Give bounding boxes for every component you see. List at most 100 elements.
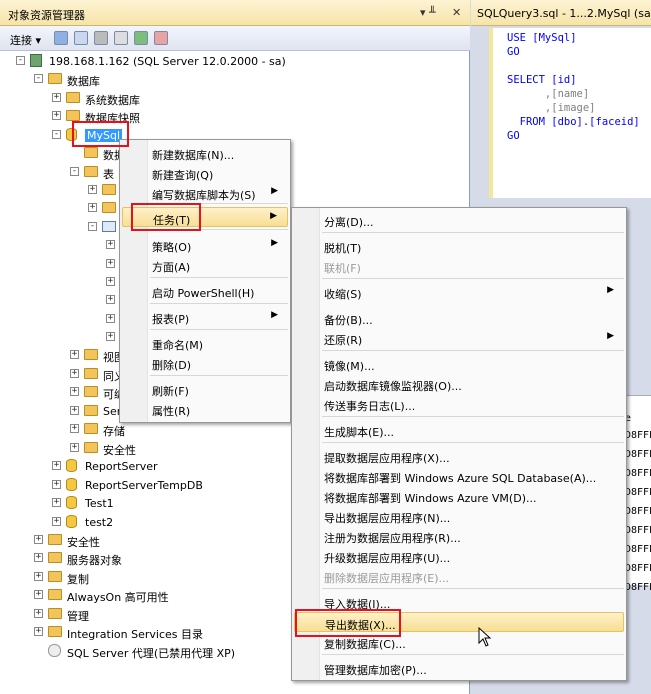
results-cell[interactable]: D8FFE	[625, 430, 651, 441]
disconnect-icon[interactable]	[74, 31, 88, 45]
tree-node[interactable]: + 数据库快照	[0, 107, 470, 125]
expand-icon[interactable]: +	[34, 572, 43, 581]
tree-node[interactable]: +	[0, 236, 130, 254]
tree-node[interactable]: - 198.168.1.162 (SQL Server 12.0.2000 - s…	[0, 52, 470, 70]
collapse-icon[interactable]: -	[34, 74, 43, 83]
tree-node[interactable]: +	[0, 310, 130, 328]
tree-node[interactable]: - 数据库	[0, 70, 470, 88]
results-cell[interactable]: D8FFE	[625, 487, 651, 498]
tasks-menu-item[interactable]: 管理数据库加密(P)...	[294, 658, 624, 678]
menu-item-label: 删除(D)	[152, 359, 192, 372]
expand-icon[interactable]: +	[70, 443, 79, 452]
close-icon[interactable]: ✕	[452, 6, 461, 19]
context-menu-item[interactable]: 启动 PowerShell(H)	[122, 281, 288, 301]
expand-icon[interactable]: +	[52, 111, 61, 120]
tasks-menu-item[interactable]: 注册为数据层应用程序(R)...	[294, 526, 624, 546]
tasks-menu-item[interactable]: 传送事务日志(L)...	[294, 394, 624, 414]
expand-icon[interactable]: +	[70, 387, 79, 396]
expand-icon[interactable]: +	[106, 332, 115, 341]
expand-icon[interactable]: +	[70, 369, 79, 378]
context-menu-item[interactable]: 属性(R)	[122, 399, 288, 419]
results-cell[interactable]: D8FFE	[625, 525, 651, 536]
pin-icon[interactable]: ▾ ╨	[420, 6, 436, 19]
menu-item-label: 属性(R)	[152, 405, 191, 418]
tasks-menu-item[interactable]: 分离(D)...	[294, 210, 624, 230]
tasks-menu-item[interactable]: 收缩(S) ▶	[294, 282, 624, 302]
tree-node[interactable]: +	[0, 273, 130, 291]
tasks-menu-item[interactable]: 升级数据层应用程序(U)...	[294, 546, 624, 566]
expand-icon[interactable]: +	[52, 517, 61, 526]
tasks-menu-item[interactable]: 复制数据库(C)...	[294, 632, 624, 652]
context-menu-item[interactable]: 策略(O) ▶	[122, 235, 288, 255]
refresh-icon[interactable]	[134, 31, 148, 45]
context-menu-item[interactable]: 编写数据库脚本为(S) ▶	[122, 183, 288, 203]
tasks-menu-item[interactable]: 将数据库部署到 Windows Azure VM(D)...	[294, 486, 624, 506]
tasks-menu-item[interactable]: 生成脚本(E)...	[294, 420, 624, 440]
context-menu-item[interactable]: 新建数据库(N)...	[122, 143, 288, 163]
connect-object-icon[interactable]	[54, 31, 68, 45]
results-cell[interactable]: D8FFE	[625, 563, 651, 574]
context-menu-item[interactable]: 方面(A)	[122, 255, 288, 275]
results-cell[interactable]: D8FFE	[625, 506, 651, 517]
tasks-menu-item[interactable]: 导出数据层应用程序(N)...	[294, 506, 624, 526]
tasks-menu-item[interactable]: 备份(B)...	[294, 308, 624, 328]
tasks-menu-item[interactable]: 提取数据层应用程序(X)...	[294, 446, 624, 466]
expand-icon[interactable]: +	[70, 424, 79, 433]
tasks-menu-item[interactable]: 导入数据(I)...	[294, 592, 624, 612]
context-menu-item[interactable]: 刷新(F)	[122, 379, 288, 399]
expand-icon[interactable]: +	[52, 461, 61, 470]
context-menu-item[interactable]: 重命名(M)	[122, 333, 288, 353]
expand-icon[interactable]: +	[70, 406, 79, 415]
tasks-menu-item[interactable]: 还原(R) ▶	[294, 328, 624, 348]
expand-icon[interactable]: +	[106, 277, 115, 286]
filter-icon[interactable]	[114, 31, 128, 45]
tasks-menu-item[interactable]: 镜像(M)...	[294, 354, 624, 374]
tasks-menu-item[interactable]: 脱机(T)	[294, 236, 624, 256]
tree-node[interactable]: +	[0, 291, 130, 309]
connect-button[interactable]: 连接 ▾	[10, 32, 41, 48]
expand-icon[interactable]: +	[52, 498, 61, 507]
expand-icon[interactable]: +	[34, 627, 43, 636]
context-menu-item[interactable]: 任务(T) ▶	[122, 207, 288, 227]
tasks-menu-item[interactable]: 将数据库部署到 Windows Azure SQL Database(A)...	[294, 466, 624, 486]
expand-icon[interactable]: +	[52, 93, 61, 102]
submenu-arrow-icon: ▶	[271, 238, 278, 248]
expand-icon[interactable]: +	[106, 240, 115, 249]
tree-node[interactable]: + 系统数据库	[0, 89, 470, 107]
expand-icon[interactable]: +	[88, 203, 97, 212]
tasks-menu-item[interactable]: 导出数据(X)...	[294, 612, 624, 632]
expand-icon[interactable]: +	[34, 553, 43, 562]
tasks-menu-item[interactable]: 启动数据库镜像监视器(O)...	[294, 374, 624, 394]
tree-node[interactable]: +	[0, 181, 130, 199]
tree-node[interactable]: +	[0, 255, 130, 273]
tree-node[interactable]: +	[0, 199, 130, 217]
expand-icon[interactable]: +	[106, 314, 115, 323]
expand-icon[interactable]: +	[34, 609, 43, 618]
menu-separator	[322, 278, 624, 279]
context-menu-item[interactable]: 删除(D)	[122, 353, 288, 373]
results-cell[interactable]: D8FFE	[625, 468, 651, 479]
context-menu-item[interactable]: 报表(P) ▶	[122, 307, 288, 327]
collapse-icon[interactable]: -	[70, 167, 79, 176]
expand-icon[interactable]: +	[52, 480, 61, 489]
stop-icon[interactable]	[94, 31, 108, 45]
context-menu-item[interactable]: 新建查询(Q)	[122, 163, 288, 183]
activity-monitor-icon[interactable]	[154, 31, 168, 45]
expand-icon[interactable]: +	[70, 350, 79, 359]
expand-icon[interactable]: +	[106, 259, 115, 268]
code-editor[interactable]: USE [MySql] GO SELECT [id] ,[name] ,[ima…	[489, 28, 651, 198]
results-cell[interactable]: D8FFE	[625, 582, 651, 593]
results-cell[interactable]: D8FFE	[625, 544, 651, 555]
collapse-icon[interactable]: -	[52, 130, 61, 139]
results-cell[interactable]: D8FFE	[625, 449, 651, 460]
collapse-icon[interactable]: -	[88, 222, 97, 231]
expand-icon[interactable]: +	[34, 590, 43, 599]
tree-node[interactable]: -	[0, 218, 130, 236]
editor-tab[interactable]: SQLQuery3.sql - 1...2.MySql (sa (	[471, 0, 651, 26]
collapse-icon[interactable]: -	[16, 56, 25, 65]
expand-icon[interactable]: +	[106, 295, 115, 304]
tree-node[interactable]: +	[0, 328, 130, 346]
expand-icon[interactable]: +	[88, 185, 97, 194]
expand-icon[interactable]: +	[34, 535, 43, 544]
database-icon	[66, 478, 77, 491]
